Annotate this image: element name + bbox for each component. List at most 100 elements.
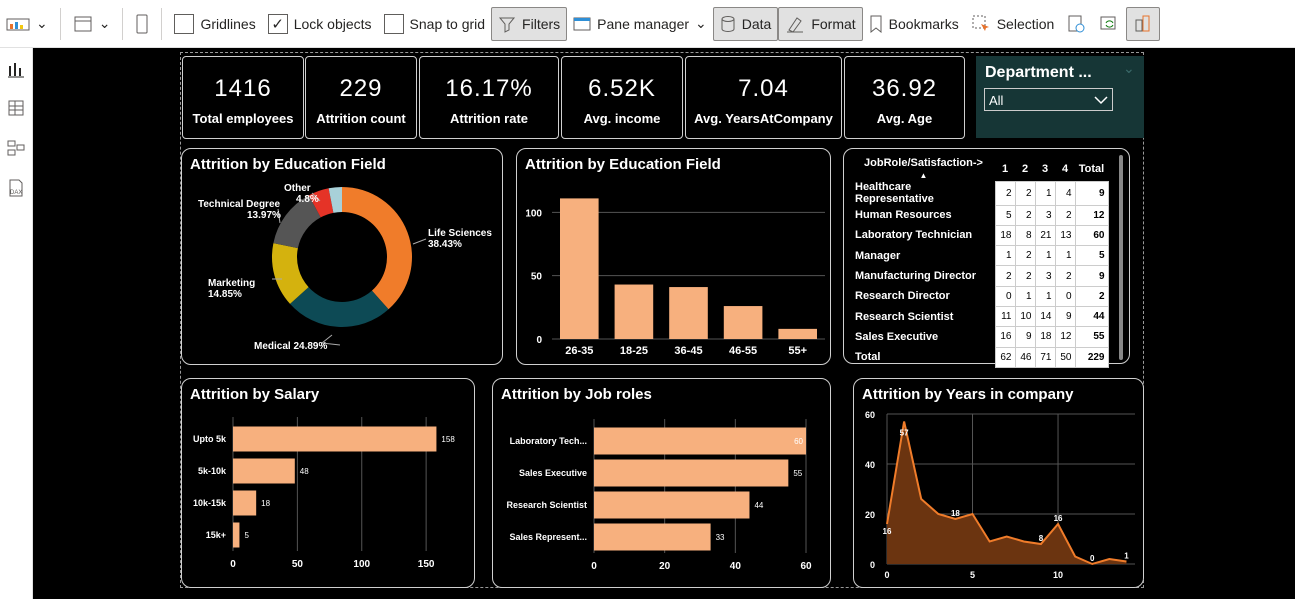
y-tick-label: 10k-15k	[193, 498, 227, 508]
x-tick-label: 60	[800, 561, 812, 572]
filters-button[interactable]: Filters	[491, 6, 568, 41]
format-label: Format	[811, 15, 856, 32]
kpi-value: 229	[339, 75, 383, 102]
kpi-value: 7.04	[738, 75, 789, 102]
kpi-attrition-rate[interactable]: 16.17% Attrition rate	[419, 56, 559, 139]
data-pane-button[interactable]: Data	[712, 6, 779, 41]
matrix-row-label[interactable]: Manufacturing Director	[852, 266, 995, 286]
format-pane-button[interactable]: Format	[778, 6, 863, 41]
gridlines-toggle[interactable]: Gridlines	[168, 7, 261, 41]
matrix-col-header[interactable]: 4	[1055, 157, 1075, 181]
visual-pane-button[interactable]	[1126, 6, 1161, 41]
slicer-collapse-icon[interactable]: ⌄	[1123, 60, 1135, 77]
matrix-row-label[interactable]: Human Resources	[852, 205, 995, 225]
years-area-chart-panel[interactable]: Attrition by Years in company 0 20 40 60 0 5 1…	[853, 378, 1144, 588]
matrix-col-header[interactable]: Total	[1075, 157, 1108, 181]
matrix-row-total: 2	[1074, 285, 1109, 307]
chevron-down-icon	[1094, 96, 1108, 105]
matrix-row-total: 60	[1074, 224, 1109, 247]
matrix-scrollbar[interactable]	[1119, 155, 1123, 360]
matrix-col-header[interactable]: 2	[1015, 157, 1035, 181]
data-label: 18	[951, 509, 960, 518]
performance-analyzer-button[interactable]	[1060, 7, 1092, 41]
x-tick-label: 55+	[788, 345, 807, 357]
performance-icon	[1068, 15, 1085, 32]
matrix-col-header[interactable]: 3	[1035, 157, 1055, 181]
matrix-row-total: 55	[1074, 326, 1109, 348]
x-tick-label: 40	[730, 561, 742, 572]
dax-query-view-icon[interactable]: DAX	[6, 178, 26, 198]
department-dropdown[interactable]: All	[984, 88, 1113, 111]
kpi-label: Total employees	[192, 111, 294, 126]
donut-chart-panel[interactable]: Attrition by Education Field Life Scienc…	[181, 148, 503, 365]
matrix-row-label[interactable]: Research Director	[852, 286, 995, 306]
matrix-cell: 1	[994, 245, 1016, 267]
gridlines-checkbox[interactable]	[174, 13, 195, 34]
jobrole-satisfaction-matrix[interactable]: JobRole/Satisfaction-> ▲ 1 2 3 4 Total He…	[843, 148, 1130, 368]
sync-icon	[1100, 16, 1116, 29]
y-tick-label: Research Scientist	[506, 500, 587, 510]
sync-slicers-button[interactable]	[1092, 7, 1126, 41]
kpi-value: 36.92	[871, 75, 938, 102]
table-view-icon[interactable]	[6, 98, 26, 118]
model-view-icon[interactable]	[6, 138, 26, 158]
jobrole-bar-chart-panel[interactable]: Attrition by Job roles 0 20 40 60 Laboratory…	[492, 378, 831, 588]
donut-label: Life Sciences	[428, 228, 492, 239]
page-view-dropdown[interactable]: ⌄	[67, 7, 117, 41]
matrix-cell: 1	[1034, 245, 1056, 267]
y-tick-label: 50	[531, 272, 543, 283]
mobile-layout-button[interactable]	[129, 7, 155, 41]
matrix-row-label[interactable]: Manager	[852, 246, 995, 266]
matrix-row-label[interactable]: Research Scientist	[852, 306, 995, 326]
theme-dropdown[interactable]: ⌄	[0, 7, 54, 41]
matrix-cell: 18	[994, 224, 1016, 247]
snap-to-grid-toggle[interactable]: Snap to grid	[378, 7, 492, 41]
ribbon-separator	[122, 7, 124, 40]
snap-to-grid-checkbox[interactable]	[383, 13, 404, 34]
donut-label-pct: 13.97%	[247, 210, 281, 221]
kpi-attrition-count[interactable]: 229 Attrition count	[305, 56, 417, 139]
kpi-total-employees[interactable]: 1416 Total employees	[182, 56, 304, 139]
kpi-avg-income[interactable]: 6.52K Avg. income	[561, 56, 683, 139]
matrix-cell: 1	[1034, 285, 1056, 307]
lock-objects-toggle[interactable]: ✓ Lock objects	[262, 7, 378, 41]
matrix-row-label[interactable]: Laboratory Technician	[852, 225, 995, 245]
salary-bar-chart-panel[interactable]: Attrition by Salary 0 50 100 150 Upto 5k 158 5…	[181, 378, 475, 588]
matrix-header[interactable]: JobRole/Satisfaction-> ▲	[852, 157, 995, 181]
kpi-avg-years-at-company[interactable]: 7.04 Avg. YearsAtCompany	[685, 56, 842, 139]
matrix-header-row: JobRole/Satisfaction-> ▲ 1 2 3 4 Total	[852, 157, 1108, 181]
chevron-down-icon: ⌄	[695, 15, 707, 31]
matrix-row-label[interactable]: Healthcare Representative	[852, 181, 995, 205]
age-bar-chart-panel[interactable]: Attrition by Education Field 0 50 100 26-35…	[516, 148, 831, 365]
matrix-row-label[interactable]: Total	[852, 347, 995, 367]
donut-label: Other	[284, 183, 311, 194]
slicer-title: Department ...	[985, 64, 1092, 81]
pane-manager-dropdown[interactable]: Pane manager ⌄	[567, 7, 713, 41]
x-tick-label: 5	[970, 570, 975, 580]
report-view-icon[interactable]	[6, 60, 26, 80]
x-tick-label: 150	[418, 559, 435, 570]
y-tick-label: 0	[536, 335, 542, 346]
salary-bar-chart: 0 50 100 150 Upto 5k 158 5k-10k 48 10k-15k 18 15k+…	[193, 417, 455, 570]
chart-title: Attrition by Salary	[190, 386, 320, 403]
matrix-cell: 2	[994, 180, 1016, 206]
kpi-avg-age[interactable]: 36.92 Avg. Age	[844, 56, 965, 139]
matrix-row-label[interactable]: Sales Executive	[852, 327, 995, 347]
selection-button[interactable]: Selection	[965, 7, 1061, 41]
chart-title: Attrition by Education Field	[525, 156, 721, 173]
lock-objects-checkbox[interactable]: ✓	[267, 13, 288, 34]
bookmarks-button[interactable]: Bookmarks	[863, 7, 965, 41]
matrix-row-total: 5	[1074, 245, 1109, 267]
matrix-cell: 46	[1014, 346, 1036, 368]
bookmark-icon	[870, 15, 882, 33]
bookmarks-label: Bookmarks	[888, 15, 959, 32]
data-label: 57	[900, 429, 909, 438]
matrix-col-header[interactable]: 1	[995, 157, 1015, 181]
department-slicer[interactable]: Department ... ⌄ All	[976, 56, 1144, 138]
matrix-table: JobRole/Satisfaction-> ▲ 1 2 3 4 Total He…	[852, 157, 1109, 368]
matrix-cell: 9	[1054, 305, 1076, 328]
pane-manager-icon	[573, 17, 591, 30]
bar	[233, 490, 257, 516]
age-bar-chart: 0 50 100 26-35 18-25 36-45 46-55 55+	[525, 198, 825, 357]
matrix-row: Manufacturing Director 2 2 3 2 9	[852, 265, 1109, 287]
